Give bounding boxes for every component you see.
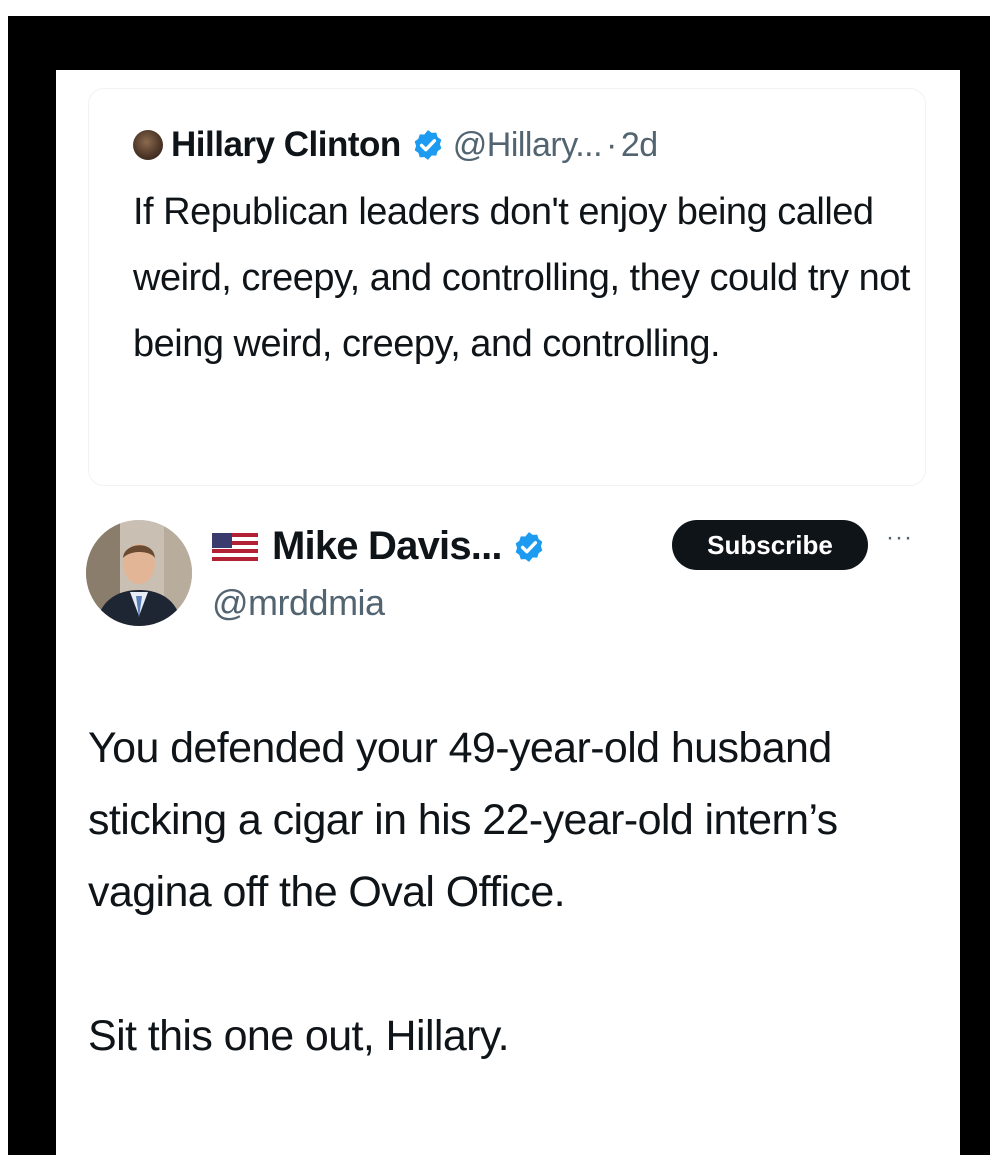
reply-author-avatar[interactable]	[86, 520, 192, 626]
quoted-tweet-text: If Republican leaders don't enjoy being …	[133, 191, 910, 365]
verified-badge-icon	[515, 531, 543, 562]
reply-header: Mike Davis... @mrddmia Subscribe ···	[86, 520, 946, 640]
subscribe-button[interactable]: Subscribe	[672, 520, 868, 570]
quoted-tweet-header: Hillary Clinton @Hillary... · 2d	[133, 125, 658, 165]
reply-name-row: Mike Davis...	[212, 524, 554, 569]
reply-paragraph-1: You defended your 49-year-old husband st…	[88, 724, 838, 916]
reply-author-handle[interactable]: @mrddmia	[212, 582, 385, 624]
quoted-author-handle[interactable]: @Hillary...	[453, 126, 603, 165]
quoted-tweet-time[interactable]: 2d	[621, 126, 658, 165]
post-card: Hillary Clinton @Hillary... · 2d If Repu…	[56, 70, 960, 1156]
header-separator: ·	[606, 125, 617, 164]
black-frame: Hillary Clinton @Hillary... · 2d If Repu…	[8, 16, 990, 1156]
more-options-icon[interactable]: ···	[886, 524, 913, 552]
reply-author-name[interactable]: Mike Davis...	[272, 524, 503, 569]
verified-badge-icon	[414, 130, 442, 160]
reply-paragraph-2: Sit this one out, Hillary.	[88, 1012, 510, 1060]
quoted-tweet[interactable]: Hillary Clinton @Hillary... · 2d If Repu…	[88, 88, 926, 486]
quoted-author-name[interactable]: Hillary Clinton	[171, 125, 401, 165]
us-flag-icon	[212, 532, 258, 561]
reply-text: You defended your 49-year-old husband st…	[88, 712, 928, 1072]
avatar-portrait	[86, 520, 192, 626]
quoted-author-avatar[interactable]	[133, 130, 163, 160]
